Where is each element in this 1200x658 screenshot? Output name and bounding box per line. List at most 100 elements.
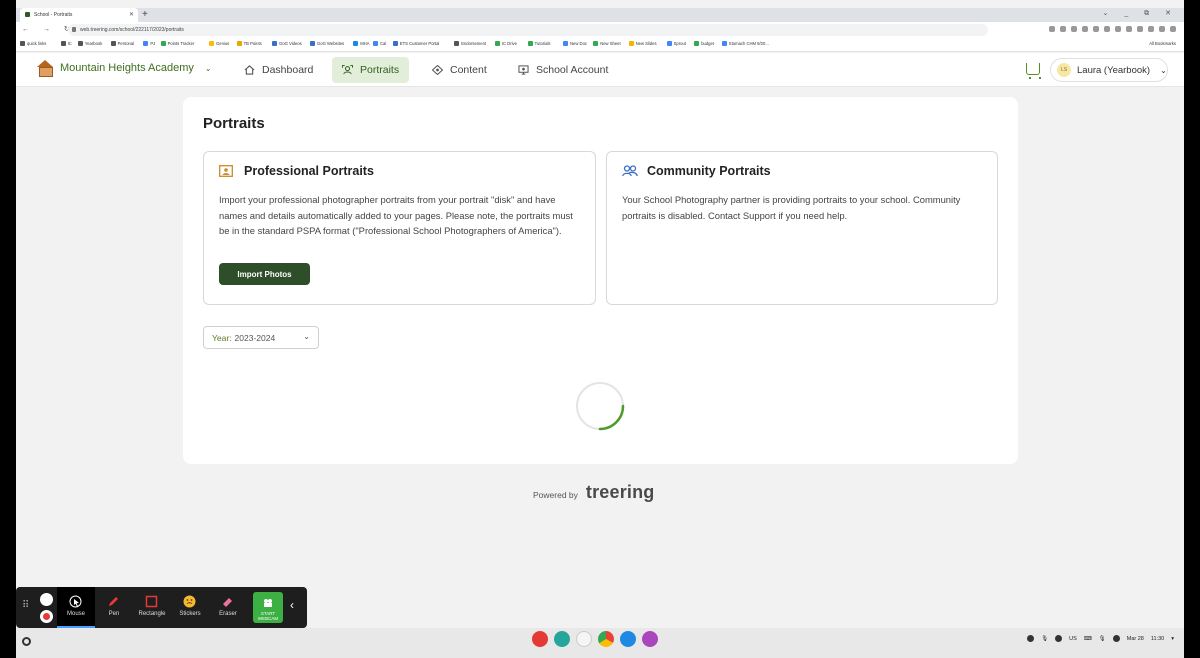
extension-icon[interactable]	[1104, 26, 1110, 32]
files-icon[interactable]	[620, 631, 636, 647]
bookmark-item[interactable]: Endorsement	[454, 41, 486, 46]
window-controls[interactable]: ⌄ _ ⧉ ✕	[1103, 9, 1178, 18]
year-label: Year:	[212, 333, 232, 343]
school-account-icon	[518, 65, 529, 75]
year-select[interactable]: Year: 2023-2024 ⌄	[203, 326, 319, 349]
bookmark-item[interactable]: budget	[694, 41, 714, 46]
browser-toolbar: ← → ↻ web.treering.com/school/222117/202…	[16, 22, 1184, 38]
mouse-cursor-icon	[69, 595, 82, 608]
chevron-down-icon: ⌄	[204, 63, 212, 73]
nav-portraits-label: Portraits	[360, 64, 400, 76]
browser-tab[interactable]: School - Portraits ✕	[20, 8, 138, 22]
school-switcher[interactable]: Mountain Heights Academy ⌄	[36, 60, 212, 77]
browser-tab-strip: School - Portraits ✕ + ⌄ _ ⧉ ✕	[16, 8, 1184, 22]
bookmark-item[interactable]: IC	[60, 41, 72, 46]
chrome-icon[interactable]	[598, 631, 614, 647]
collapse-chevron-icon[interactable]: ‹	[290, 598, 294, 612]
status-tray[interactable]: 🎙 US ⌨ 🎙 Mar 28 11:30 ▾	[1027, 635, 1174, 642]
extension-icon[interactable]	[1115, 26, 1121, 32]
tool-mouse[interactable]: Mouse	[57, 587, 95, 628]
professional-portraits-title: Professional Portraits	[244, 164, 374, 178]
nav-dashboard[interactable]: Dashboard	[234, 57, 323, 83]
eraser-icon	[223, 598, 232, 607]
app-header: Mountain Heights Academy ⌄ Dashboard Por…	[16, 53, 1184, 87]
extension-icon[interactable]	[1093, 26, 1099, 32]
portrait-icon	[342, 65, 353, 75]
bookmark-item[interactable]: Points Tracker	[160, 41, 194, 46]
bookmark-item[interactable]: New Doc	[563, 41, 587, 46]
bookmark-item[interactable]: GoG Websites	[310, 41, 344, 46]
nav-portraits[interactable]: Portraits	[332, 57, 410, 83]
content-icon	[432, 65, 443, 75]
launcher-icon[interactable]	[22, 637, 31, 646]
rectangle-icon	[145, 595, 158, 608]
tool-eraser[interactable]: Eraser	[209, 587, 247, 628]
webcam-icon	[264, 599, 272, 607]
extension-icon[interactable]	[1126, 26, 1132, 32]
close-tab-icon[interactable]: ✕	[129, 11, 134, 18]
bookmark-item[interactable]: Stomach CHM 9/20...	[721, 41, 769, 46]
nav-school-account[interactable]: School Account	[508, 57, 618, 83]
new-tab-button[interactable]: +	[142, 9, 148, 20]
bookmark-item[interactable]: ETS Customer Portal	[392, 41, 439, 46]
bookmark-item[interactable]: New Sheet	[593, 41, 621, 46]
import-photos-button[interactable]: Import Photos	[219, 263, 310, 285]
bookmark-item[interactable]: PJ	[143, 41, 155, 46]
drag-handle-icon[interactable]: ⠿	[22, 600, 29, 611]
bookmark-item[interactable]: Personal	[110, 41, 134, 46]
bookmark-item[interactable]: New Slides	[628, 41, 657, 46]
bookmark-item[interactable]: Tutorials	[527, 41, 551, 46]
tool-stickers[interactable]: Stickers	[171, 587, 209, 628]
treering-logo: treering	[585, 482, 655, 502]
powered-by-label: Powered by	[533, 490, 578, 500]
cart-icon[interactable]	[1026, 63, 1041, 79]
nav-content-label: Content	[450, 64, 487, 76]
user-menu[interactable]: LS Laura (Yearbook) ⌄	[1050, 58, 1168, 82]
bookmark-item[interactable]: IC Drive	[494, 41, 517, 46]
page-title: Portraits	[203, 115, 265, 132]
app-icon[interactable]	[642, 631, 658, 647]
bookmark-item[interactable]: TB Points	[236, 41, 262, 46]
nav-content[interactable]: Content	[422, 57, 497, 83]
home-icon	[244, 65, 255, 75]
user-name: Laura (Yearbook)	[1077, 64, 1151, 76]
portraits-card: Portraits Professional Portraits Import …	[183, 97, 1018, 464]
app-icon[interactable]	[554, 631, 570, 647]
pinned-apps	[532, 631, 658, 647]
date: Mar 28	[1126, 635, 1144, 642]
extension-icon[interactable]	[1082, 26, 1088, 32]
extension-icon[interactable]	[1049, 26, 1055, 32]
app-icon[interactable]	[532, 631, 548, 647]
stop-icon[interactable]	[40, 610, 53, 623]
powered-by: Powered by treering	[533, 482, 655, 503]
all-bookmarks[interactable]: All Bookmarks	[1149, 41, 1176, 46]
pause-icon[interactable]	[40, 593, 53, 606]
bookmark-item[interactable]: Yearbook	[77, 41, 102, 46]
mic-icon: 🎙	[1041, 635, 1049, 642]
screen: School - Portraits ✕ + ⌄ _ ⧉ ✕ ← → ↻ web…	[16, 0, 1184, 658]
bookmark-item[interactable]: GoG Videos	[272, 41, 302, 46]
play-store-icon[interactable]	[576, 631, 592, 647]
school-name: Mountain Heights Academy	[60, 62, 194, 74]
bookmark-item[interactable]: Sprout	[666, 41, 686, 46]
bookmark-item[interactable]: MHA	[353, 41, 370, 46]
professional-portraits-panel: Professional Portraits Import your profe…	[203, 151, 596, 305]
start-webcam-button[interactable]: START WEBCAM	[253, 592, 283, 623]
extension-icon[interactable]	[1137, 26, 1143, 32]
bookmark-item[interactable]: Genius	[209, 41, 229, 46]
community-portraits-panel: Community Portraits Your School Photogra…	[606, 151, 998, 305]
extension-icon[interactable]	[1170, 26, 1176, 32]
address-bar[interactable]: web.treering.com/school/222117/2023/port…	[68, 24, 988, 36]
extension-icon[interactable]	[1060, 26, 1066, 32]
extension-icon[interactable]	[1148, 26, 1154, 32]
tool-pen[interactable]: Pen	[95, 587, 133, 628]
extension-icon[interactable]	[1159, 26, 1165, 32]
bookmark-item[interactable]: quick links	[20, 41, 46, 46]
nav-school-account-label: School Account	[536, 64, 609, 76]
pen-icon	[109, 597, 118, 606]
tool-rectangle[interactable]: Rectangle	[133, 587, 171, 628]
extension-icon[interactable]	[1071, 26, 1077, 32]
community-portraits-title: Community Portraits	[647, 164, 771, 178]
tray-icon	[1027, 635, 1035, 642]
bookmark-item[interactable]: Cal	[373, 41, 386, 46]
